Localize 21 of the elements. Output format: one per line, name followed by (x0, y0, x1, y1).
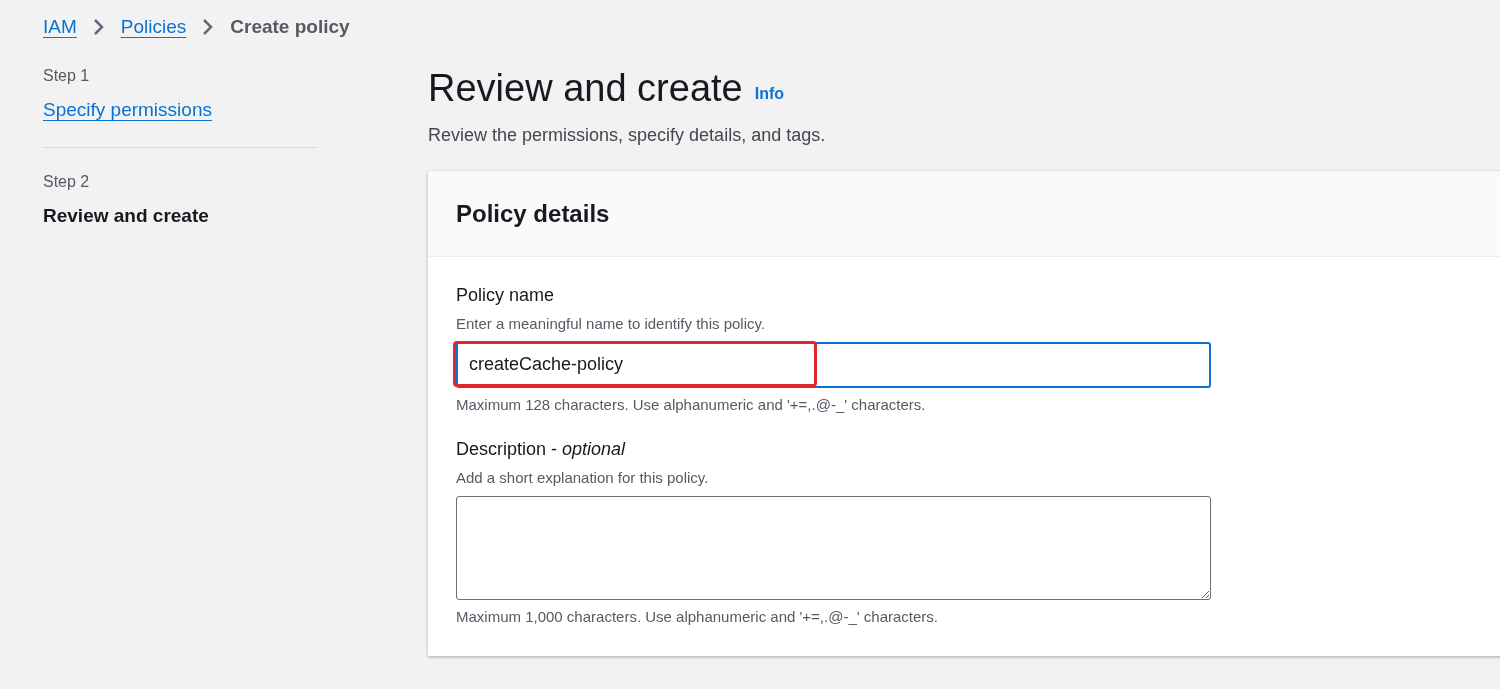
breadcrumb-current: Create policy (230, 14, 350, 39)
step-link[interactable]: Specify permissions (43, 96, 212, 125)
field-constraint: Maximum 1,000 characters. Use alphanumeric and '+=,.@-_' characters. (456, 606, 939, 627)
page-title: Review and create (428, 66, 743, 110)
info-link[interactable]: Info (754, 82, 785, 106)
step-number: Step 2 (43, 171, 91, 192)
chevron-right-icon (92, 18, 105, 36)
field-constraint: Maximum 128 characters. Use alphanumeric and '+=,.@-_' characters. (456, 394, 927, 415)
breadcrumb-link[interactable]: Policies (120, 12, 187, 42)
chevron-right-icon (202, 18, 215, 36)
breadcrumb-link[interactable]: IAM (43, 12, 77, 42)
policy-name-input[interactable]: createCache-policy (456, 341, 1211, 388)
field-hint: Add a short explanation for this policy. (456, 468, 710, 488)
step-label: Review and create (43, 203, 210, 228)
card-title: Policy details (456, 198, 610, 229)
field-label: Policy name (456, 284, 556, 307)
field-hint: Enter a meaningful name to identify this policy. (456, 314, 767, 334)
description-textarea[interactable] (456, 495, 1211, 600)
step-number: Step 1 (43, 66, 91, 86)
field-label: Description - optional (456, 438, 627, 461)
page-description: Review the permissions, specify details, and tags. (428, 124, 827, 147)
